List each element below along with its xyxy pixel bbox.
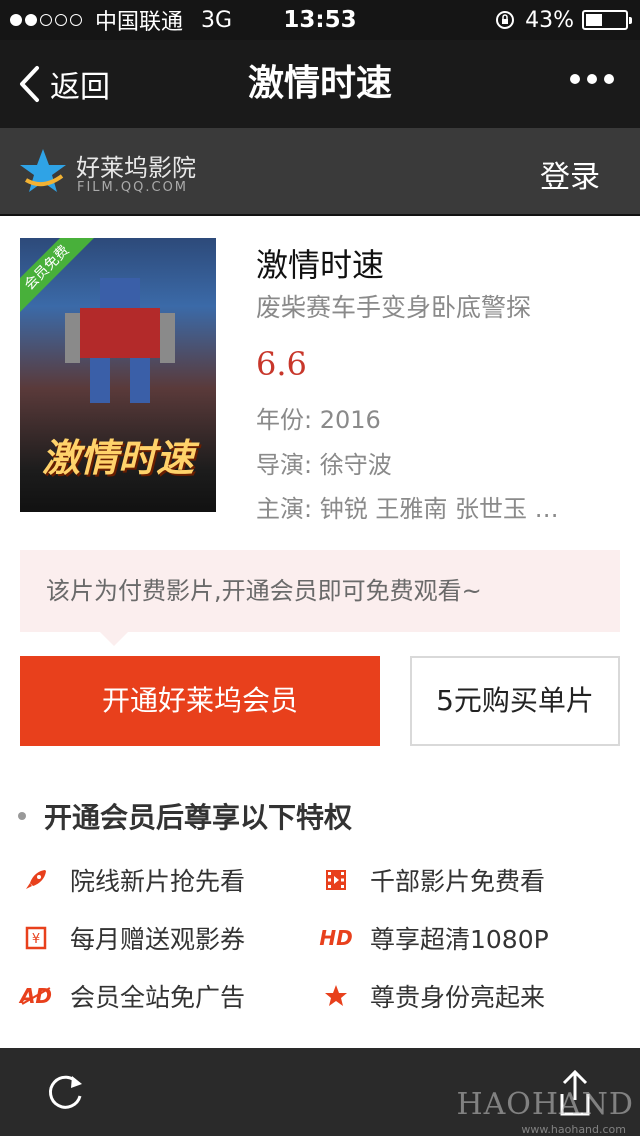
benefit-item: HD 尊享超清1080P [319, 920, 549, 956]
signal-dot [25, 14, 37, 26]
bottom-toolbar: HAOHAND www.haohand.com [0, 1048, 640, 1136]
benefits-heading-text: 开通会员后尊享以下特权 [44, 801, 353, 834]
benefit-label: 千部影片免费看 [370, 867, 546, 896]
join-member-button[interactable]: 开通好莱坞会员 [20, 656, 380, 746]
movie-tagline: 废柴赛车手变身卧底警探 [256, 293, 532, 322]
movie-cast: 主演: 钟锐 王雅南 张世玉 … [256, 489, 559, 524]
battery-percent: 43% [525, 7, 574, 33]
nav-bar: 返回 激情时速 [0, 40, 640, 128]
benefit-label: 每月赠送观影券 [70, 925, 246, 954]
paid-notice: 该片为付费影片,开通会员即可免费观看~ [20, 550, 620, 632]
movie-director: 导演: 徐守波 [256, 445, 392, 480]
login-button[interactable]: 登录 [540, 152, 600, 196]
refresh-icon[interactable] [42, 1070, 88, 1116]
signal-dot [10, 14, 22, 26]
cast-label: 主演: [256, 495, 313, 523]
benefit-label: 院线新片抢先看 [70, 867, 246, 896]
signal-dot [55, 14, 67, 26]
status-bar: 中国联通 3G 13:53 43% [0, 0, 640, 40]
poster-title: 激情时速 [41, 436, 194, 480]
film-icon [322, 866, 350, 894]
status-right: 43% [495, 7, 632, 33]
star-logo-icon[interactable] [18, 146, 68, 196]
rotation-lock-icon [496, 11, 515, 29]
page-title: 激情时速 [247, 63, 392, 104]
no-ad-icon: AD [20, 982, 52, 1010]
more-dot [570, 74, 580, 84]
brand-url: FILM.QQ.COM [77, 180, 189, 195]
more-dot [604, 74, 614, 84]
movie-poster[interactable]: 激情时速 会员免费 [20, 238, 216, 512]
year-value: 2016 [319, 406, 381, 434]
benefit-label: 会员全站免广告 [70, 983, 246, 1012]
battery-cap [629, 17, 632, 24]
star-icon [322, 982, 350, 1010]
signal-strength-icon [10, 14, 85, 26]
rocket-icon [22, 866, 50, 894]
movie-score: 6.6 [256, 345, 307, 383]
benefit-item: 尊贵身份亮起来 [322, 978, 545, 1014]
notice-pointer [100, 632, 128, 646]
svg-text:¥: ¥ [32, 932, 40, 947]
watermark-url: www.haohand.com [521, 1123, 626, 1136]
benefit-item: AD 会员全站免广告 [20, 978, 246, 1014]
bullet-icon [18, 812, 26, 820]
ticket-icon: ¥ [22, 924, 50, 952]
network-type: 3G [201, 7, 233, 33]
signal-dot [40, 14, 52, 26]
cast-value: 钟锐 王雅南 张世玉 … [319, 495, 559, 523]
benefit-item: 千部影片免费看 [322, 862, 545, 898]
more-dots-icon[interactable] [563, 74, 614, 84]
year-label: 年份: [256, 406, 313, 434]
movie-title: 激情时速 [256, 246, 385, 284]
brand-header: 好莱坞影院 FILM.QQ.COM 登录 [0, 128, 640, 216]
brand-name: 好莱坞影院 [76, 154, 196, 182]
carrier-name: 中国联通 [95, 10, 184, 35]
buy-single-button[interactable]: 5元购买单片 [410, 656, 620, 746]
battery-fill [586, 14, 603, 26]
watermark: HAOHAND [456, 1087, 634, 1122]
signal-dot [70, 14, 82, 26]
benefit-label: 尊享超清1080P [370, 925, 549, 954]
poster-robot-image [65, 278, 175, 403]
benefit-label: 尊贵身份亮起来 [370, 983, 546, 1012]
more-dot [587, 74, 597, 84]
hd-icon: HD [319, 926, 353, 950]
director-label: 导演: [256, 451, 313, 479]
battery-icon [582, 10, 632, 30]
benefit-item: ¥ 每月赠送观影券 [22, 920, 245, 956]
benefit-item: 院线新片抢先看 [22, 862, 245, 898]
director-value: 徐守波 [319, 451, 392, 479]
movie-year: 年份: 2016 [256, 400, 381, 435]
benefits-heading: 开通会员后尊享以下特权 [18, 796, 352, 836]
